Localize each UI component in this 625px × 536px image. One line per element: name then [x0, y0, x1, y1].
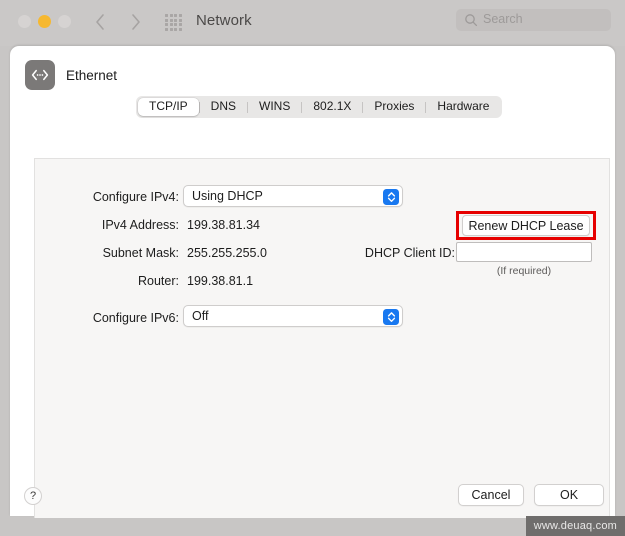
router-value: 199.38.81.1: [187, 274, 254, 288]
tab-proxies[interactable]: Proxies: [363, 98, 425, 116]
ipv4-address-value: 199.38.81.34: [187, 218, 260, 232]
tab-8021x[interactable]: 802.1X: [302, 98, 362, 116]
configure-ipv4-popup[interactable]: Using DHCP: [183, 185, 403, 207]
search-icon: [464, 13, 478, 27]
back-chevron-icon[interactable]: [92, 11, 108, 33]
dhcp-client-id-input[interactable]: [456, 242, 592, 262]
ethernet-icon: [25, 60, 55, 90]
settings-tabbar: TCP/IP DNS WINS 802.1X Proxies Hardware: [136, 96, 503, 118]
configure-ipv4-label: Configure IPv4:: [92, 190, 179, 204]
configure-ipv6-value: Off: [192, 309, 209, 323]
search-field[interactable]: Search: [456, 9, 611, 31]
subnet-mask-value: 255.255.255.0: [187, 246, 267, 260]
ipv4-address-label: IPv4 Address:: [101, 218, 179, 232]
zoom-button[interactable]: [58, 15, 71, 28]
router-label: Router:: [138, 274, 179, 288]
forward-chevron-icon[interactable]: [128, 11, 144, 33]
tcpip-settings-sheet: Ethernet TCP/IP DNS WINS 802.1X Proxies …: [10, 46, 615, 518]
renew-dhcp-lease-button[interactable]: Renew DHCP Lease: [462, 215, 590, 236]
configure-ipv6-popup[interactable]: Off: [183, 305, 403, 327]
network-preferences-window: Network Search Ethernet TCP/IP DNS WINS …: [0, 0, 625, 536]
tcpip-settings-panel: Configure IPv4: Using DHCP IPv4 Address:…: [34, 158, 610, 518]
tab-tcpip[interactable]: TCP/IP: [138, 98, 199, 116]
minimize-button[interactable]: [38, 15, 51, 28]
search-placeholder: Search: [483, 12, 523, 26]
configure-ipv6-label: Configure IPv6:: [92, 311, 179, 325]
tab-wins[interactable]: WINS: [248, 98, 301, 116]
close-button[interactable]: [18, 15, 31, 28]
ok-button[interactable]: OK: [534, 484, 604, 506]
watermark: www.deuaq.com: [525, 516, 625, 536]
tab-dns[interactable]: DNS: [200, 98, 247, 116]
dhcp-client-id-hint: (If required): [496, 265, 552, 277]
page-title: Network: [196, 12, 252, 29]
configure-ipv4-value: Using DHCP: [192, 189, 263, 203]
show-all-grid-icon[interactable]: [165, 14, 182, 31]
chevron-updown-icon: [383, 188, 399, 205]
chevron-updown-icon: [383, 308, 399, 325]
cancel-button[interactable]: Cancel: [458, 484, 524, 506]
tab-hardware[interactable]: Hardware: [426, 98, 500, 116]
dhcp-client-id-label: DHCP Client ID:: [364, 246, 455, 260]
service-name-label: Ethernet: [66, 67, 118, 83]
help-button[interactable]: ?: [24, 487, 42, 505]
window-titlebar: Network Search: [0, 0, 625, 46]
service-header: Ethernet: [25, 60, 117, 90]
subnet-mask-label: Subnet Mask:: [102, 246, 179, 260]
